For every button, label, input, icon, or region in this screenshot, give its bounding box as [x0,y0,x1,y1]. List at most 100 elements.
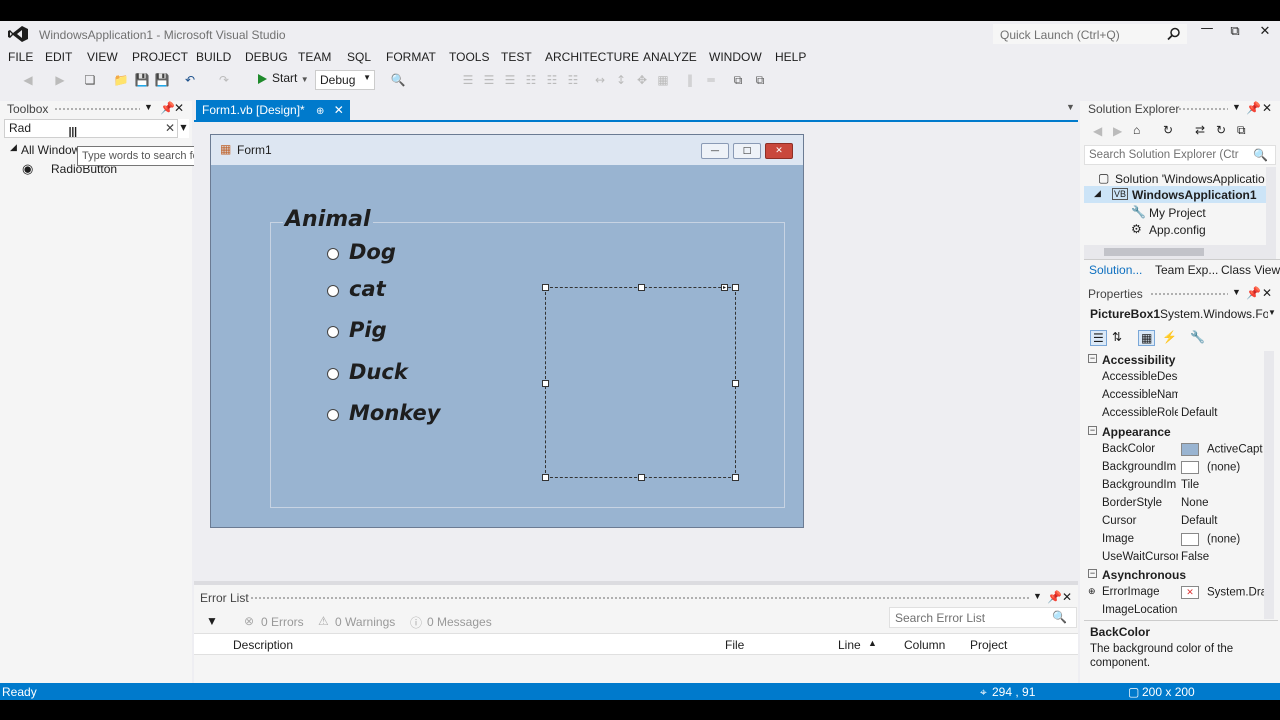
column-line[interactable]: Line [838,638,861,652]
error-list-search-input[interactable]: Search Error List 🔍 [889,607,1077,628]
prop-accessible-role[interactable]: AccessibleRole Default [1084,405,1268,423]
resize-handle[interactable] [638,284,645,291]
vertical-spacing-icon[interactable]: ═ [703,72,719,88]
categorized-icon[interactable]: ☰ [1090,330,1107,346]
start-debugging-button[interactable]: Start ▼ [258,71,309,89]
prop-image-location[interactable]: ImageLocation [1084,602,1268,620]
horizontal-spacing-icon[interactable]: ‖ [682,72,698,88]
solution-explorer-close-icon[interactable]: ✕ [1262,101,1272,115]
tab-class-view[interactable]: Class View [1221,263,1280,277]
tree-item-app-config[interactable]: App.config [1149,223,1206,237]
pending-changes-icon[interactable]: ⇄ [1195,123,1205,137]
column-project[interactable]: Project [970,638,1007,652]
tab-form1-design[interactable]: Form1.vb [Design]* ⊕ ✕ [196,100,350,120]
prop-accessible-description[interactable]: AccessibleDesc [1084,369,1268,387]
menu-test[interactable]: TEST [501,50,532,64]
find-in-files-icon[interactable]: 🔍 [390,72,406,88]
expand-arrow-icon[interactable]: ◢ [10,142,17,153]
align-centers-icon[interactable]: ☰ [481,72,497,88]
clear-search-icon[interactable]: ✕ [165,121,175,135]
align-middles-icon[interactable]: ☷ [544,72,560,88]
solution-explorer-pin-icon[interactable]: 📌 [1246,101,1261,115]
menu-view[interactable]: VIEW [87,50,118,64]
resize-handle[interactable] [732,380,739,387]
resize-handle[interactable] [732,474,739,481]
tree-item-project[interactable]: WindowsApplication1 [1132,188,1257,202]
toolbox-grip[interactable] [54,107,140,112]
undo-icon[interactable]: ↶ [182,72,198,88]
splitter[interactable] [194,581,1078,585]
picturebox1[interactable]: ▸ [542,284,739,481]
make-same-size-icon[interactable]: ✥ [634,72,650,88]
toolbox-search-field[interactable] [9,121,159,135]
properties-view-icon[interactable]: ▦ [1138,330,1156,346]
resize-handle[interactable] [638,474,645,481]
column-column[interactable]: Column [904,638,945,652]
tree-item-solution[interactable]: Solution 'WindowsApplicatio [1115,172,1265,186]
category-appearance[interactable]: − Appearance [1084,423,1268,441]
resize-handle[interactable] [542,380,549,387]
error-list-close-icon[interactable]: ✕ [1062,590,1072,604]
redo-icon[interactable]: ↷ [216,72,232,88]
menu-debug[interactable]: DEBUG [245,50,288,64]
resize-handle[interactable] [542,474,549,481]
tab-solution-explorer[interactable]: Solution... [1089,263,1142,277]
error-list-pin-icon[interactable]: 📌 [1047,590,1062,604]
smart-tag-icon[interactable]: ▸ [721,284,728,291]
error-list-options-icon[interactable]: ▼ [1033,591,1042,601]
column-file[interactable]: File [725,638,744,652]
errors-filter-button[interactable]: 0 Errors [261,615,304,629]
alphabetical-icon[interactable]: ⇅ [1112,330,1122,344]
minimize-window-icon[interactable]: — [1196,21,1218,39]
menu-file[interactable]: FILE [8,50,33,64]
toolbox-group-all-windows[interactable]: All Window [21,143,80,157]
filter-icon[interactable]: ▼ [206,614,218,628]
align-tops-icon[interactable]: ☷ [523,72,539,88]
tab-overflow-icon[interactable]: ▼ [1066,102,1075,112]
menu-build[interactable]: BUILD [196,50,231,64]
properties-scrollbar[interactable] [1264,351,1274,619]
resize-handle[interactable] [542,284,549,291]
prop-use-wait-cursor[interactable]: UseWaitCursor False [1084,549,1268,567]
prop-image[interactable]: Image (none) [1084,531,1268,549]
save-all-icon[interactable]: 💾 [154,72,170,88]
sync-icon[interactable]: ↻ [1163,123,1173,137]
menu-analyze[interactable]: ANALYZE [643,50,697,64]
solution-configuration-select[interactable]: Debug ▼ [315,70,375,90]
prop-accessible-name[interactable]: AccessibleNam [1084,387,1268,405]
error-list-grip[interactable] [250,596,1030,601]
collapse-arrow-icon[interactable]: ◢ [1094,188,1101,199]
properties-options-icon[interactable]: ▼ [1232,287,1241,297]
align-lefts-icon[interactable]: ☰ [460,72,476,88]
column-description[interactable]: Description [233,638,293,652]
menu-sql[interactable]: SQL [347,50,371,64]
properties-object-select[interactable]: PictureBox1 System.Windows.For ▼ [1084,305,1276,323]
toolbox-search-input[interactable]: ✕ [4,119,188,138]
menu-project[interactable]: PROJECT [132,50,188,64]
search-dropdown-icon[interactable]: ▼ [177,119,189,138]
scroll-thumb[interactable] [1104,248,1204,256]
menu-format[interactable]: FORMAT [386,50,436,64]
refresh-icon[interactable]: ↻ [1216,123,1226,137]
tab-pin-icon[interactable]: ⊕ [316,106,324,117]
solution-explorer-grip[interactable] [1178,107,1228,112]
send-to-back-icon[interactable]: ⧉ [752,72,768,88]
category-asynchronous[interactable]: − Asynchronous [1084,566,1268,584]
prop-background-image[interactable]: BackgroundIm (none) [1084,459,1268,477]
home-icon[interactable]: ⌂ [1133,123,1140,137]
tree-vertical-scrollbar[interactable] [1266,167,1276,259]
make-same-height-icon[interactable]: ↕ [613,72,629,88]
properties-pin-icon[interactable]: 📌 [1246,286,1261,300]
make-same-width-icon[interactable]: ↔ [592,72,608,88]
warnings-filter-button[interactable]: 0 Warnings [335,615,395,629]
save-icon[interactable]: 💾 [134,72,150,88]
tree-item-my-project[interactable]: My Project [1149,206,1206,220]
new-project-icon[interactable]: ❏ [82,72,98,88]
events-icon[interactable]: ⚡ [1162,330,1177,344]
bring-to-front-icon[interactable]: ⧉ [730,72,746,88]
size-to-grid-icon[interactable]: ▦ [655,72,671,88]
expand-icon[interactable]: ⊕ [1088,586,1096,597]
toolbox-options-icon[interactable]: ▼ [144,102,153,112]
toolbox-close-icon[interactable]: ✕ [174,101,184,115]
menu-edit[interactable]: EDIT [45,50,72,64]
